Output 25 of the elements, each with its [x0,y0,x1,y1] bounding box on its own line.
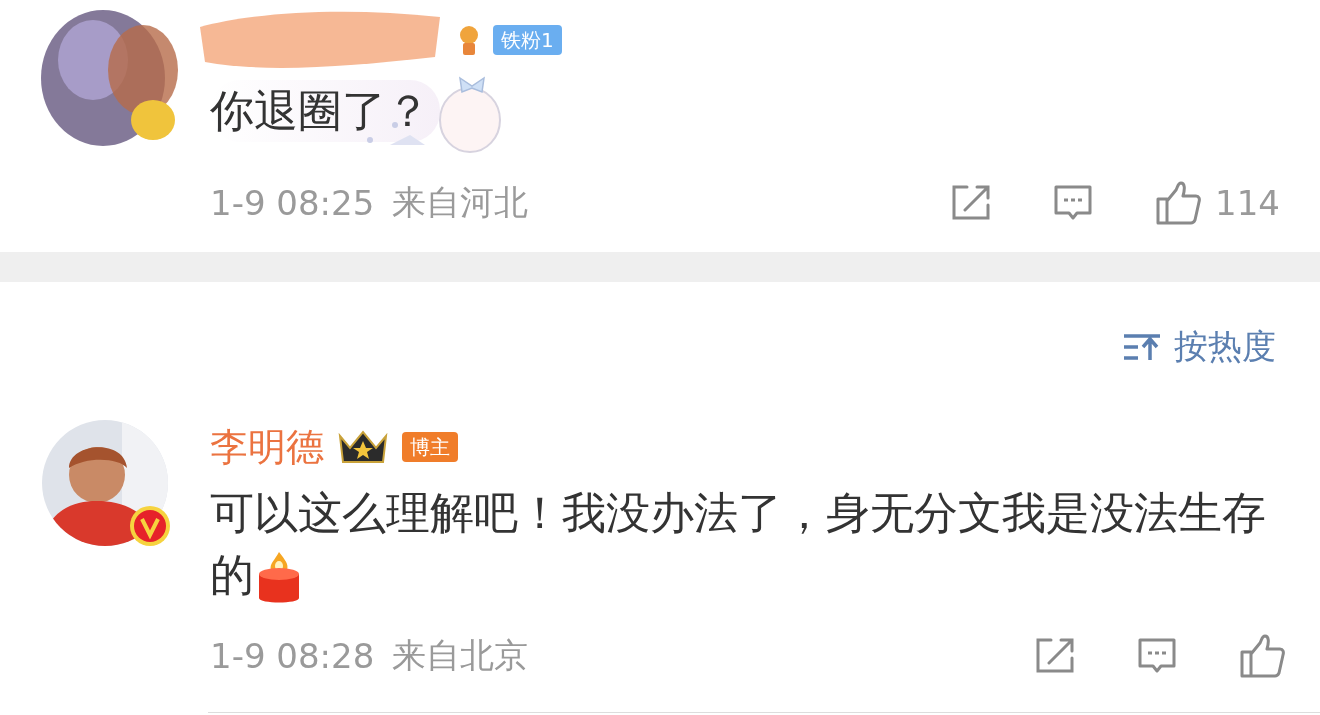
comment-text: 可以这么理解吧！我没办法了，身无分文我是没法生存的 [210,482,1285,606]
share-button[interactable] [951,185,992,221]
comment-location: 来自河北 [392,181,529,224]
username[interactable]: 李明德 [210,421,324,473]
share-icon [951,185,992,221]
comment-icon [1137,637,1177,675]
comment-icon [1053,184,1094,222]
medal-icon [457,23,481,57]
comment-location: 来自北京 [392,634,529,677]
sort-icon [1124,332,1162,362]
comment-text: 你退圈了？ [210,80,440,142]
thumbs-up-icon [1239,634,1285,678]
like-button[interactable] [1239,634,1285,678]
share-button[interactable] [1035,638,1075,674]
comment-button[interactable] [1053,184,1094,222]
badge: 博主 [402,432,458,462]
sort-button[interactable]: 按热度 [1124,324,1276,370]
comment-button[interactable] [1137,637,1177,675]
crown-icon [336,428,390,466]
badge: 铁粉1 [493,25,562,55]
like-button[interactable]: 114 [1155,181,1280,225]
comment-time: 1-9 08:28 [210,636,375,676]
thumbs-up-icon [1155,181,1202,225]
share-icon [1035,638,1075,674]
comment-time: 1-9 08:25 [210,183,375,223]
